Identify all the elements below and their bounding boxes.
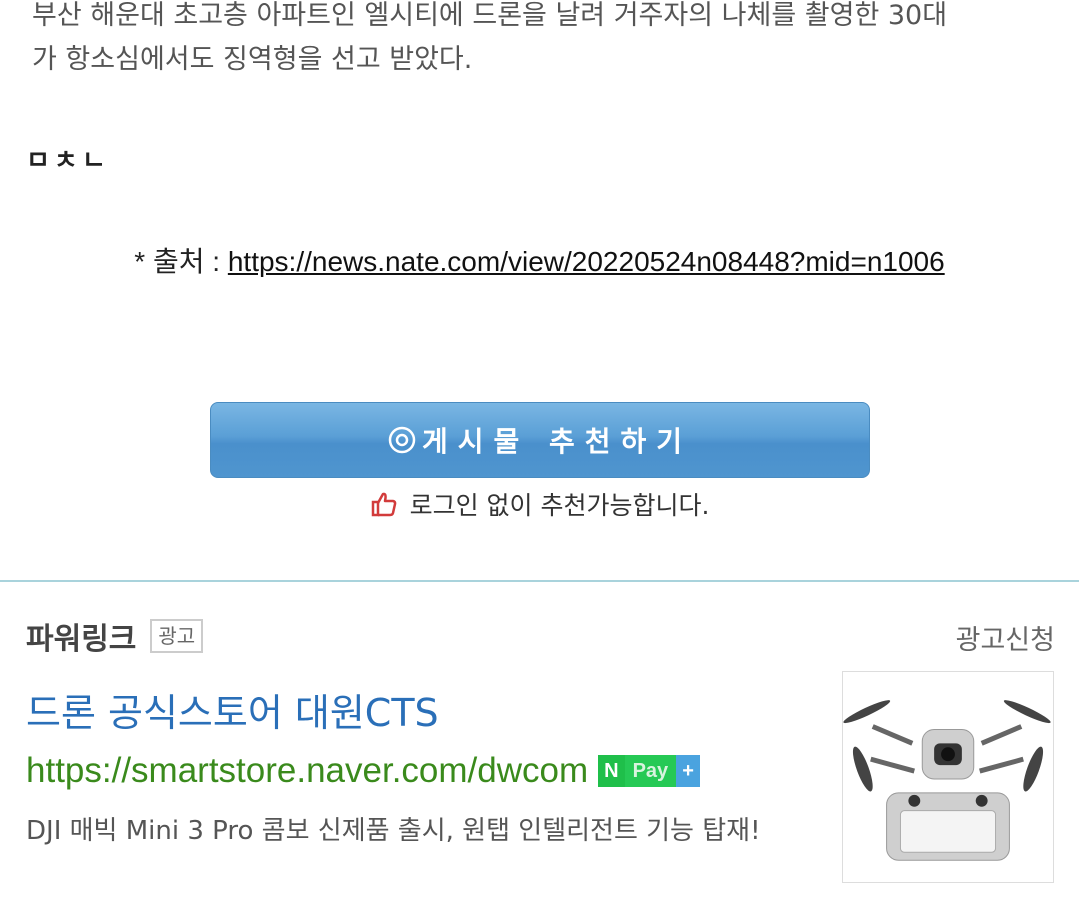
article-line-2: 가 항소심에서도 징역형을 선고 받았다. <box>32 44 473 75</box>
thumbs-up-icon <box>371 492 396 517</box>
recommend-note: 로그인 없이 추천가능합니다. <box>0 486 1079 522</box>
article-line-1: 부산 해운대 초고층 아파트인 엘시티에 드론을 날려 거주자의 나체를 촬영한… <box>32 0 948 31</box>
source-line: * 출처 : https://news.nate.com/view/202205… <box>0 240 1079 280</box>
npay-n-icon: N <box>598 755 625 787</box>
ad-url[interactable]: https://smartstore.naver.com/dwcom N Pay… <box>26 751 700 791</box>
target-icon <box>388 426 416 454</box>
recommend-button[interactable]: 게시물 추천하기 <box>210 402 870 478</box>
npay-plus-badge: N Pay + <box>598 755 700 787</box>
drone-product-image <box>843 700 1051 861</box>
ad-thumbnail[interactable] <box>842 671 1054 883</box>
source-prefix: * 출처 : <box>134 246 228 277</box>
ad-url-text[interactable]: https://smartstore.naver.com/dwcom <box>26 751 588 791</box>
article-body: 부산 해운대 초고층 아파트인 엘시티에 드론을 날려 거주자의 나체를 촬영한… <box>32 0 1062 82</box>
ad-badge: 광고 <box>150 619 204 653</box>
source-link[interactable]: https://news.nate.com/view/20220524n0844… <box>228 246 945 277</box>
reaction-text: ㅁㅊㄴ <box>26 146 110 176</box>
recommend-note-text: 로그인 없이 추천가능합니다. <box>409 491 710 520</box>
recommend-button-label: 게시물 추천하기 <box>421 425 693 458</box>
npay-pay-label: Pay <box>624 755 677 787</box>
powerlink-title: 파워링크 <box>26 622 137 657</box>
ad-title-link[interactable]: 드론 공식스토어 대원CTS <box>26 682 439 737</box>
powerlink-header: 파워링크 광고 <box>26 614 204 658</box>
section-divider <box>0 580 1079 582</box>
ad-description: DJI 매빅 Mini 3 Pro 콤보 신제품 출시, 원탭 인텔리전트 기능… <box>26 816 761 846</box>
ad-apply-link[interactable]: 광고신청 <box>956 618 1055 657</box>
plus-icon: + <box>676 755 700 787</box>
